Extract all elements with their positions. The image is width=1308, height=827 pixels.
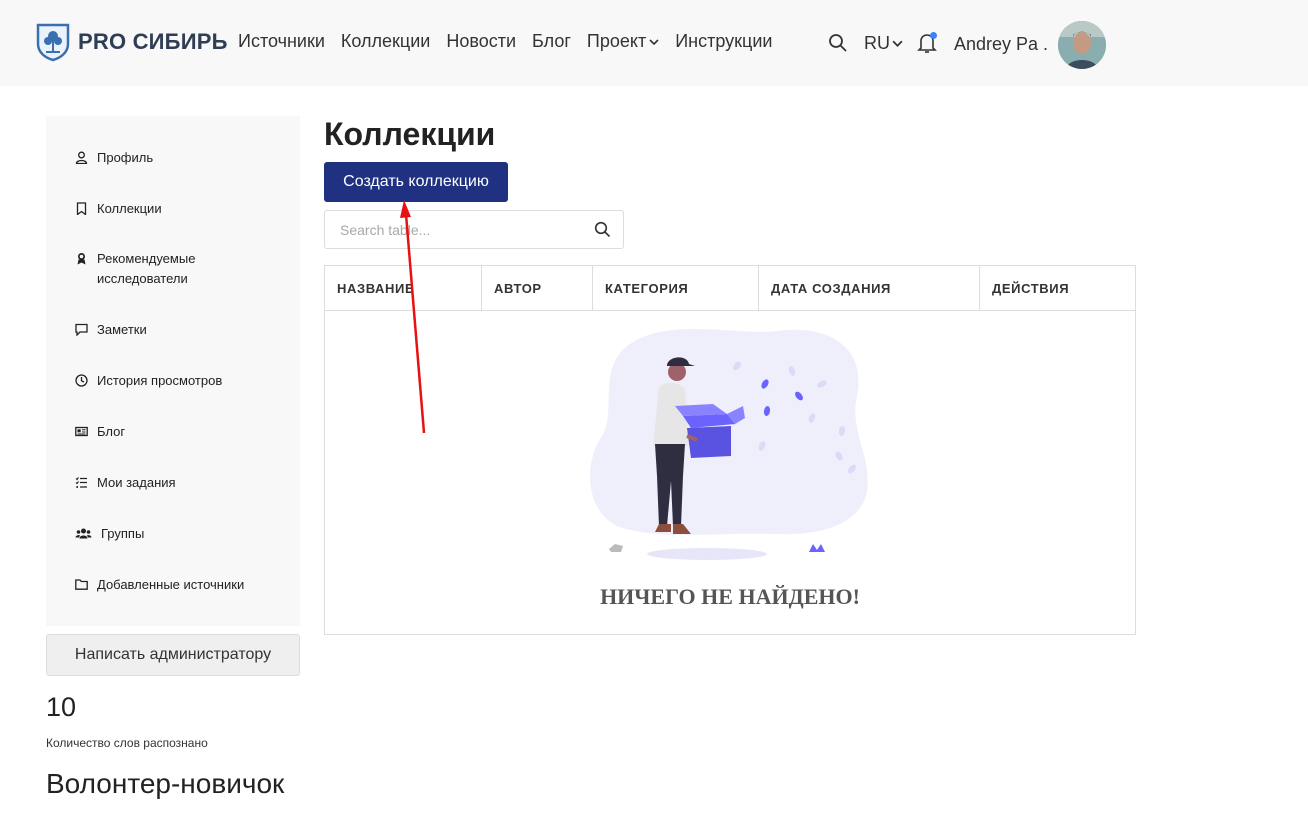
avatar[interactable] (1058, 21, 1106, 69)
user-icon (75, 151, 88, 164)
language-selector[interactable]: RU (864, 33, 903, 54)
avatar-photo (1058, 21, 1106, 69)
sidebar-item-researchers[interactable]: Рекомендуемые исследователи (75, 249, 275, 289)
collections-table: НАЗВАНИЕ АВТОР КАТЕГОРИЯ ДАТА СОЗДАНИЯ Д… (324, 265, 1136, 635)
table-header: НАЗВАНИЕ АВТОР КАТЕГОРИЯ ДАТА СОЗДАНИЯ Д… (325, 266, 1135, 311)
folder-icon (75, 579, 88, 590)
sidebar-item-added-sources[interactable]: Добавленные источники (75, 575, 244, 595)
sidebar-item-label: История просмотров (97, 373, 223, 388)
sidebar: Профиль Коллекции Рекомендуемые исследов… (46, 116, 300, 626)
nav-instructions[interactable]: Инструкции (675, 31, 772, 52)
word-count-value: 10 (46, 692, 77, 722)
write-admin-button[interactable]: Написать администратору (46, 634, 300, 676)
sidebar-item-label: Группы (101, 526, 145, 541)
column-header-actions[interactable]: ДЕЙСТВИЯ (980, 266, 1135, 310)
sidebar-item-label: Блог (97, 424, 126, 439)
sidebar-item-blog[interactable]: Блог (75, 422, 125, 442)
sidebar-item-profile[interactable]: Профиль (75, 148, 153, 168)
top-header: PRO СИБИРЬ Источники Коллекции Новости Б… (0, 0, 1308, 86)
comment-icon (75, 323, 88, 336)
nav-sources[interactable]: Источники (238, 31, 325, 52)
word-count-label: Количество слов распознано (46, 736, 208, 750)
notification-dot (930, 32, 937, 39)
nav-collections[interactable]: Коллекции (341, 31, 430, 52)
sidebar-item-label: Добавленные источники (97, 577, 245, 592)
nav-project-label: Проект (586, 31, 647, 51)
table-search (324, 210, 624, 249)
newspaper-icon (75, 426, 88, 437)
user-rank: Волонтер-новичок (46, 768, 285, 799)
empty-state-message: НИЧЕГО НЕ НАЙДЕНО! (600, 584, 860, 609)
users-icon (75, 528, 92, 539)
search-icon[interactable] (828, 33, 848, 53)
column-header-name[interactable]: НАЗВАНИЕ (325, 266, 482, 310)
clock-icon (75, 374, 88, 387)
shield-tree-logo-icon (36, 23, 70, 62)
sidebar-item-label: Рекомендуемые исследователи (97, 251, 196, 286)
sidebar-item-groups[interactable]: Группы (75, 524, 144, 544)
sidebar-item-history[interactable]: История просмотров (75, 371, 222, 391)
sidebar-item-label: Профиль (97, 150, 154, 165)
logo-text: PRO СИБИРЬ (78, 29, 228, 54)
main-nav: Источники Коллекции Новости Блог Проект … (238, 31, 788, 52)
sidebar-item-label: Мои задания (97, 475, 176, 490)
chevron-down-icon (649, 38, 659, 45)
award-icon (77, 253, 86, 265)
language-label: RU (864, 33, 890, 53)
sidebar-item-collections[interactable]: Коллекции (75, 199, 162, 219)
tasks-icon (75, 477, 87, 488)
user-name[interactable]: Andrey Pa . (954, 34, 1048, 55)
empty-state-illustration (590, 329, 868, 560)
sidebar-item-notes[interactable]: Заметки (75, 320, 147, 340)
sidebar-item-label: Заметки (97, 322, 147, 337)
create-collection-button[interactable]: Создать коллекцию (324, 162, 508, 202)
column-header-author[interactable]: АВТОР (482, 266, 593, 310)
nav-blog[interactable]: Блог (532, 31, 571, 52)
sidebar-item-tasks[interactable]: Мои задания (75, 473, 176, 493)
search-icon[interactable] (594, 221, 611, 238)
nav-news[interactable]: Новости (446, 31, 516, 52)
bookmark-icon (76, 202, 87, 215)
sidebar-item-label: Коллекции (97, 201, 162, 216)
nav-project-dropdown[interactable]: Проект (587, 31, 659, 52)
page-title: Коллекции (324, 116, 496, 152)
column-header-created-date[interactable]: ДАТА СОЗДАНИЯ (759, 266, 980, 310)
chevron-down-icon (892, 40, 903, 47)
column-header-category[interactable]: КАТЕГОРИЯ (593, 266, 759, 310)
site-logo[interactable]: PRO СИБИРЬ (35, 22, 228, 62)
search-input[interactable] (340, 220, 580, 240)
